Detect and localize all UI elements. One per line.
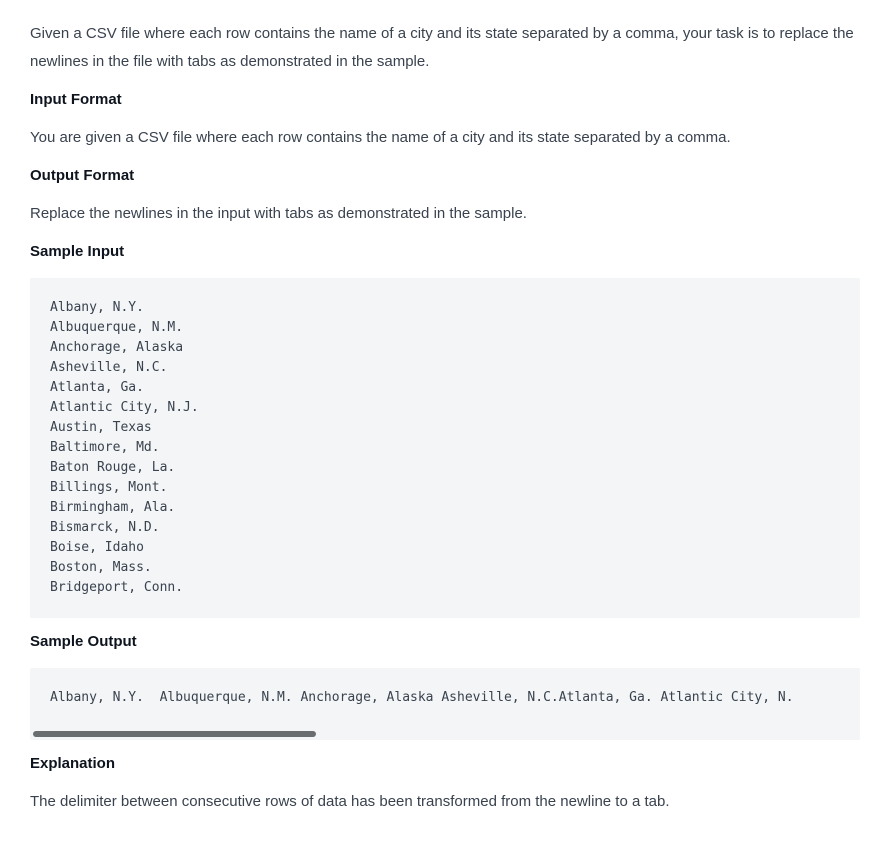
explanation-paragraph: The delimiter between consecutive rows o… (30, 788, 860, 816)
input-format-text: You are given a CSV file where each row … (30, 129, 731, 146)
sample-input-code-block: Albany, N.Y. Albuquerque, N.M. Anchorage… (30, 278, 860, 618)
sample-output-code: Albany, N.Y. Albuquerque, N.M. Anchorage… (50, 690, 794, 705)
input-format-paragraph: You are given a CSV file where each row … (30, 124, 860, 152)
sample-output-code-block[interactable]: Albany, N.Y. Albuquerque, N.M. Anchorage… (30, 668, 860, 740)
explanation-heading: Explanation (30, 755, 116, 772)
output-format-text: Replace the newlines in the input with t… (30, 205, 527, 222)
horizontal-scrollbar[interactable] (33, 731, 316, 737)
input-format-heading: Input Format (30, 91, 122, 108)
intro-paragraph: Given a CSV file where each row contains… (30, 20, 860, 76)
explanation-text: The delimiter between consecutive rows o… (30, 793, 670, 810)
sample-output-heading: Sample Output (30, 633, 137, 650)
sample-input-heading: Sample Input (30, 243, 125, 260)
intro-text: Given a CSV file where each row contains… (30, 25, 854, 70)
output-format-heading: Output Format (30, 167, 135, 184)
output-format-paragraph: Replace the newlines in the input with t… (30, 200, 860, 228)
sample-input-code: Albany, N.Y. Albuquerque, N.M. Anchorage… (50, 300, 199, 595)
